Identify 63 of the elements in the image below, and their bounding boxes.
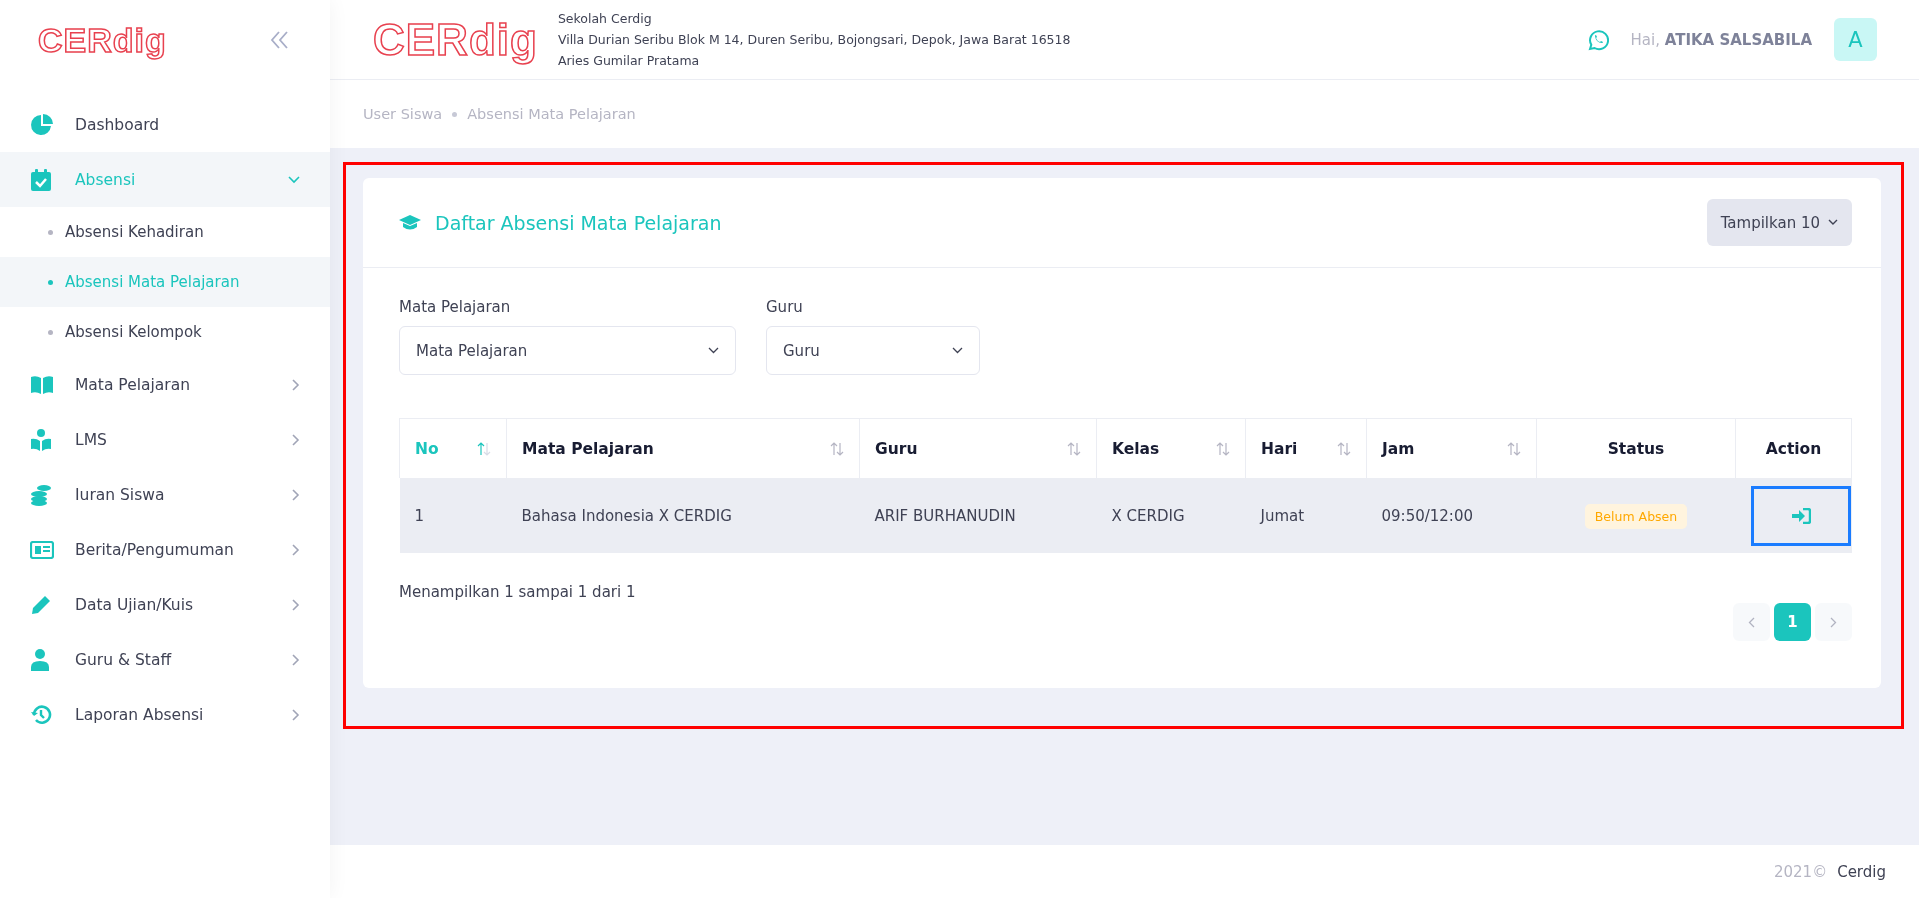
chevron-right-icon — [292, 653, 300, 666]
chevron-right-icon — [292, 543, 300, 556]
sidebar-subitem[interactable]: Absensi Kelompok — [0, 307, 330, 357]
school-address: Villa Durian Seribu Blok M 14, Duren Seribu, Bojongsari, Depok, Jawa Barat 16518 — [557, 31, 1072, 49]
footer-link[interactable]: Cerdig — [1837, 862, 1886, 881]
whatsapp-icon[interactable] — [1586, 28, 1609, 51]
sidebar-item[interactable]: Laporan Absensi — [0, 687, 330, 742]
history-icon — [30, 703, 52, 726]
sidebar-subitem[interactable]: Absensi Kehadiran — [0, 207, 330, 257]
table-cell: 1 — [399, 478, 507, 553]
graduation-cap-icon — [399, 214, 421, 231]
sidebar-item[interactable]: Iuran Siswa — [0, 467, 330, 522]
chevron-right-icon — [1830, 616, 1837, 628]
chevron-right-icon — [292, 708, 300, 721]
table-summary: Menampilkan 1 sampai 1 dari 1 — [399, 583, 636, 603]
filter-label: Guru — [766, 298, 804, 316]
user-tie-icon — [30, 647, 50, 672]
sort-icon — [830, 441, 844, 456]
card-title: Daftar Absensi Mata Pelajaran — [435, 211, 722, 234]
filter-label: Mata Pelajaran — [399, 298, 512, 316]
newspaper-icon — [30, 540, 54, 559]
sidebar-item[interactable]: Dashboard — [0, 97, 330, 152]
coins-icon — [30, 483, 52, 506]
chevron-right-icon — [292, 488, 300, 501]
collapse-icon[interactable] — [270, 31, 290, 49]
calendar-check-icon — [30, 167, 52, 192]
sidebar-item[interactable]: Data Ujian/Kuis — [0, 577, 330, 632]
school-name: Sekolah Cerdig — [557, 10, 653, 28]
reader-icon — [30, 427, 52, 452]
user-greeting: Hai, ATIKA SALSABILA — [1630, 30, 1812, 49]
chevron-down-icon — [952, 347, 963, 354]
chevron-right-icon — [292, 433, 300, 446]
sort-icon — [1507, 441, 1521, 456]
sidebar-item[interactable]: Guru & Staff — [0, 632, 330, 687]
sort-icon — [1337, 441, 1351, 456]
chevron-right-icon — [292, 598, 300, 611]
pie-chart-icon — [30, 112, 54, 137]
sidebar-item[interactable]: Berita/Pengumuman — [0, 522, 330, 577]
table-cell: X CERDIG — [1096, 478, 1246, 553]
sort-icon — [477, 441, 491, 456]
principal-name: Aries Gumilar Pratama — [557, 52, 701, 70]
pencil-icon — [30, 593, 52, 616]
book-icon — [30, 374, 54, 395]
sort-icon — [1216, 441, 1230, 456]
sort-icon — [1067, 441, 1081, 456]
table-cell: Jumat — [1245, 478, 1367, 553]
copyright-year: 2021© — [1774, 862, 1828, 881]
sign-in-button[interactable] — [1750, 485, 1851, 546]
table-cell: 09:50/12:00 — [1366, 478, 1537, 553]
status-badge: Belum Absen — [1584, 503, 1688, 529]
sidebar-item[interactable]: LMS — [0, 412, 330, 467]
table-cell: ARIF BURHANUDIN — [859, 478, 1097, 553]
sign-in-icon — [1790, 507, 1811, 524]
sidebar-item[interactable]: Mata Pelajaran — [0, 357, 330, 412]
chevron-left-icon — [1748, 616, 1755, 628]
chevron-down-icon — [1828, 219, 1838, 226]
chevron-right-icon — [292, 378, 300, 391]
filter-select[interactable]: Mata Pelajaran — [399, 326, 736, 375]
chevron-down-icon — [288, 175, 300, 184]
chevron-down-icon — [708, 347, 719, 354]
filter-select[interactable]: Guru — [766, 326, 980, 375]
table-cell: Bahasa Indonesia X CERDIG — [506, 478, 860, 553]
page-size-dropdown[interactable]: Tampilkan 10 — [1706, 199, 1852, 246]
